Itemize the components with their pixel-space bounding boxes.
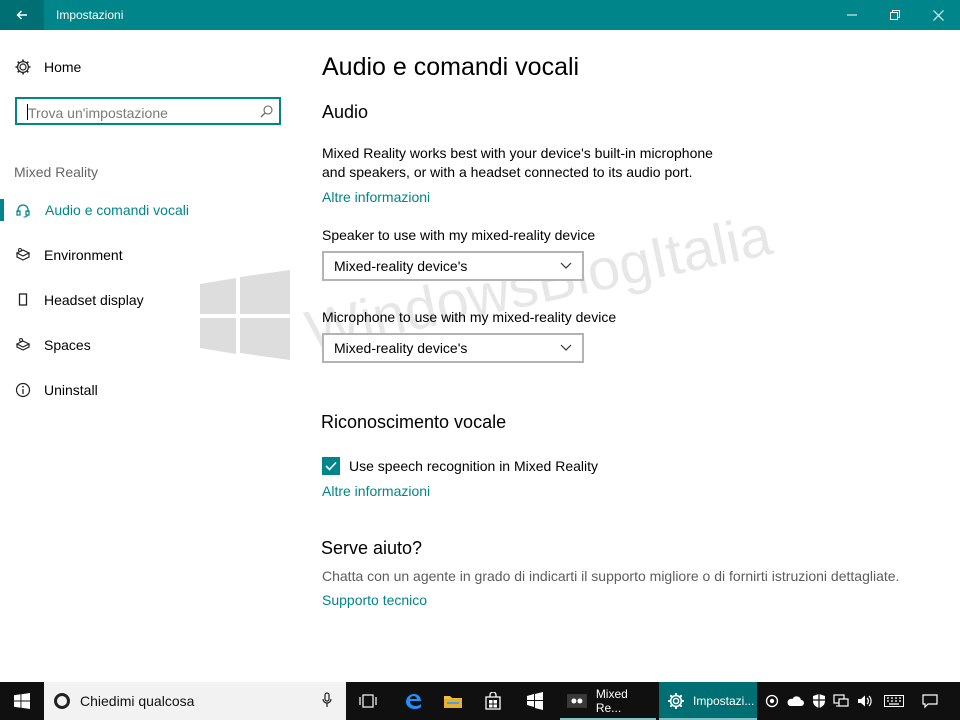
checkbox-box[interactable] bbox=[322, 457, 340, 475]
settings-search-input[interactable]: Trova un'impostazione bbox=[15, 97, 281, 125]
sidebar-item-label: Headset display bbox=[44, 292, 144, 308]
pinned-app-button[interactable] bbox=[518, 682, 552, 720]
search-icon[interactable] bbox=[260, 105, 273, 118]
speaker-selected-value: Mixed-reality device's bbox=[334, 258, 468, 274]
audio-description-line2: and speakers, or with a headset connecte… bbox=[322, 164, 693, 180]
volume-icon bbox=[858, 695, 872, 707]
sidebar-item-label: Environment bbox=[44, 247, 123, 263]
settings-gear-icon bbox=[668, 693, 684, 709]
chevron-down-icon bbox=[560, 344, 572, 351]
spaces-icon bbox=[14, 336, 32, 354]
network-icon bbox=[833, 694, 849, 707]
task-view-icon bbox=[359, 694, 377, 708]
headset-icon bbox=[14, 201, 32, 219]
sidebar-item-label: Audio e comandi vocali bbox=[45, 202, 189, 218]
tray-mixed-reality-button[interactable] bbox=[761, 682, 783, 720]
action-center-button[interactable] bbox=[918, 682, 942, 720]
title-bar: Impostazioni bbox=[0, 0, 960, 30]
sidebar-item-label: Uninstall bbox=[44, 382, 98, 398]
minimize-icon bbox=[847, 14, 857, 16]
task-view-button[interactable] bbox=[352, 682, 384, 720]
audio-more-info-link[interactable]: Altre informazioni bbox=[322, 189, 430, 205]
restore-icon bbox=[890, 10, 900, 20]
speech-more-info-link[interactable]: Altre informazioni bbox=[322, 483, 430, 499]
minimize-button[interactable] bbox=[830, 0, 874, 30]
chevron-down-icon bbox=[560, 262, 572, 269]
microphone-dropdown[interactable]: Mixed-reality device's bbox=[322, 333, 584, 363]
section-label: Mixed Reality bbox=[14, 164, 99, 180]
speaker-dropdown[interactable]: Mixed-reality device's bbox=[322, 251, 584, 281]
mixed-reality-icon bbox=[566, 694, 587, 708]
tray-network-button[interactable] bbox=[830, 682, 852, 720]
keyboard-icon bbox=[884, 695, 904, 707]
gear-icon bbox=[15, 59, 31, 75]
store-bag-icon bbox=[485, 692, 501, 710]
taskbar-app-label: Impostazi... bbox=[693, 694, 755, 708]
search-placeholder: Trova un'impostazione bbox=[28, 105, 168, 121]
home-link[interactable]: Home bbox=[14, 58, 81, 76]
headset-display-icon bbox=[14, 291, 32, 309]
sidebar: Home Trova un'impostazione Mixed Reality… bbox=[0, 30, 300, 682]
page-title: Audio e comandi vocali bbox=[322, 53, 580, 81]
tray-volume-button[interactable] bbox=[854, 682, 876, 720]
mixed-reality-status-icon bbox=[765, 694, 779, 708]
sidebar-item-spaces[interactable]: Spaces bbox=[0, 330, 300, 360]
tray-defender-button[interactable] bbox=[808, 682, 830, 720]
action-center-icon bbox=[922, 694, 938, 709]
active-indicator bbox=[0, 199, 4, 221]
sidebar-item-audio[interactable]: Audio e comandi vocali bbox=[0, 195, 300, 225]
cortana-search-text: Chiedimi qualcosa bbox=[80, 693, 195, 709]
window-title: Impostazioni bbox=[56, 8, 124, 22]
speech-heading: Riconoscimento vocale bbox=[321, 412, 507, 432]
speech-recognition-checkbox[interactable]: Use speech recognition in Mixed Reality bbox=[322, 457, 598, 475]
checkbox-label: Use speech recognition in Mixed Reality bbox=[349, 458, 599, 474]
speaker-label: Speaker to use with my mixed-reality dev… bbox=[322, 227, 596, 243]
sidebar-item-headset-display[interactable]: Headset display bbox=[0, 285, 300, 315]
sidebar-item-label: Spaces bbox=[44, 337, 91, 353]
tray-keyboard-button[interactable] bbox=[880, 682, 908, 720]
taskbar-app-settings[interactable]: Impostazi... bbox=[659, 682, 757, 720]
support-link[interactable]: Supporto tecnico bbox=[322, 592, 427, 608]
windows-start-icon bbox=[14, 693, 30, 709]
taskbar-app-label: Mixed Re... bbox=[595, 687, 628, 715]
windows-flag-app-icon bbox=[527, 692, 543, 710]
restore-button[interactable] bbox=[873, 0, 917, 30]
sidebar-item-uninstall[interactable]: Uninstall bbox=[0, 375, 300, 405]
shield-icon bbox=[813, 694, 825, 708]
back-button[interactable] bbox=[0, 0, 44, 30]
cortana-search-box[interactable]: Chiedimi qualcosa bbox=[44, 682, 346, 720]
sidebar-item-environment[interactable]: Environment bbox=[0, 240, 300, 270]
start-button[interactable] bbox=[0, 682, 44, 720]
edge-button[interactable] bbox=[396, 682, 430, 720]
back-arrow-icon bbox=[16, 10, 27, 20]
cortana-icon bbox=[54, 693, 70, 709]
help-text: Chatta con un agente in grado di indicar… bbox=[322, 568, 900, 584]
onedrive-cloud-icon bbox=[787, 696, 804, 706]
close-button[interactable] bbox=[916, 0, 960, 30]
audio-description-line1: Mixed Reality works best with your devic… bbox=[322, 145, 713, 161]
microphone-selected-value: Mixed-reality device's bbox=[334, 340, 468, 356]
microphone-icon[interactable] bbox=[322, 692, 332, 708]
help-heading: Serve aiuto? bbox=[321, 538, 423, 558]
info-icon bbox=[14, 381, 32, 399]
audio-heading: Audio bbox=[322, 102, 369, 122]
home-label: Home bbox=[44, 59, 82, 75]
folder-icon bbox=[444, 696, 462, 708]
checkmark-icon bbox=[325, 461, 337, 471]
file-explorer-button[interactable] bbox=[436, 682, 470, 720]
microphone-label: Microphone to use with my mixed-reality … bbox=[322, 309, 617, 325]
taskbar: Chiedimi qualcosa Mixed Re... Impostazi.… bbox=[0, 682, 960, 720]
store-button[interactable] bbox=[476, 682, 510, 720]
edge-browser-icon bbox=[406, 694, 421, 709]
taskbar-app-mixed-reality[interactable]: Mixed Re... bbox=[560, 682, 656, 720]
environment-icon bbox=[14, 246, 32, 264]
close-icon bbox=[932, 9, 944, 21]
tray-onedrive-button[interactable] bbox=[784, 682, 806, 720]
